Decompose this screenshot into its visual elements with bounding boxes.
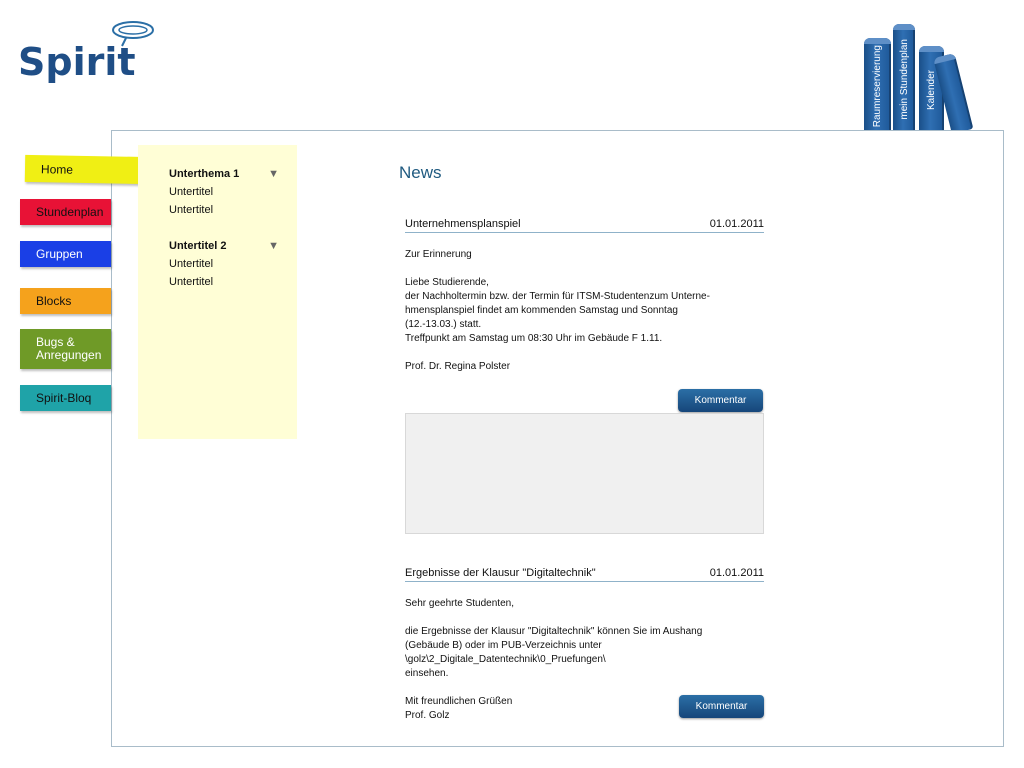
book-raumreservierung[interactable]: Raumreservierung xyxy=(864,38,891,134)
post-line xyxy=(405,346,745,360)
quick-links-books: Raumreservierung mein Stundenplan Kalend… xyxy=(860,16,990,134)
subnav-group-title: Untertitel 2 xyxy=(169,240,227,252)
triangle-down-icon[interactable]: ▼ xyxy=(268,237,279,255)
post-line: Treffpunkt am Samstag um 08:30 Uhr im Ge… xyxy=(405,333,663,344)
logo-text: Spirit xyxy=(18,40,136,84)
nav-label-line: Anregungen xyxy=(36,348,102,362)
subnav-group-header[interactable]: Untertitel 2 ▼ xyxy=(169,237,279,255)
nav-label: Blocks xyxy=(36,294,72,308)
subnav-item[interactable]: Untertitel xyxy=(169,255,279,273)
news-heading: News xyxy=(399,163,442,182)
post-line: Sehr geehrte Studenten, xyxy=(405,598,514,609)
nav-label: Gruppen xyxy=(36,247,83,261)
nav-tab-bugs-anregungen[interactable]: Bugs & Anregungen xyxy=(20,329,111,369)
post-line: der Nachholtermin bzw. der Termin für IT… xyxy=(405,291,710,302)
subnav-item[interactable]: Untertitel xyxy=(169,183,279,201)
post-header: Unternehmensplanspiel 01.01.2011 xyxy=(405,218,764,233)
comment-button[interactable]: Kommentar xyxy=(679,695,764,718)
subnav-panel: Unterthema 1 ▼ Untertitel Untertitel Unt… xyxy=(138,145,297,439)
post-line: Zur Erinnerung xyxy=(405,249,472,260)
post-line xyxy=(405,262,745,276)
subnav-group-1: Unterthema 1 ▼ Untertitel Untertitel xyxy=(169,165,279,219)
post-line: Liebe Studierende, xyxy=(405,277,489,288)
post-body: Zur Erinnerung Liebe Studierende, der Na… xyxy=(405,248,745,374)
nav-label: Bugs & Anregungen xyxy=(36,336,101,362)
post-line: die Ergebnisse der Klausur "Digitaltechn… xyxy=(405,626,703,637)
post-line: (12.-13.03.) statt. xyxy=(405,319,482,330)
subnav-group-2: Untertitel 2 ▼ Untertitel Untertitel xyxy=(169,237,279,291)
nav-tab-blocks[interactable]: Blocks xyxy=(20,288,111,314)
book-label: Kalender xyxy=(926,69,937,111)
book-label: Raumreservierung xyxy=(872,44,883,128)
subnav-item[interactable]: Untertitel xyxy=(169,273,279,291)
nav-label-line: Bugs & xyxy=(36,335,75,349)
nav-tab-home[interactable]: Home xyxy=(24,154,151,185)
post-date: 01.01.2011 xyxy=(709,567,764,579)
post-line: \golz\2_Digitale_Datentechnik\0_Pruefung… xyxy=(405,654,606,665)
nav-tab-gruppen[interactable]: Gruppen xyxy=(20,241,111,267)
post-date: 01.01.2011 xyxy=(709,218,764,230)
subnav-item[interactable]: Untertitel xyxy=(169,201,279,219)
nav-tab-stundenplan[interactable]: Stundenplan xyxy=(20,199,111,225)
book-label: mein Stundenplan xyxy=(898,38,910,120)
nav-label: Spirit-Bloq xyxy=(36,391,92,405)
spirit-logo[interactable]: Spirit xyxy=(18,18,158,84)
triangle-down-icon[interactable]: ▼ xyxy=(268,165,279,183)
comment-textarea[interactable] xyxy=(405,413,764,534)
post-line xyxy=(405,681,745,695)
post-title: Ergebnisse der Klausur "Digitaltechnik" xyxy=(405,567,596,579)
post-title: Unternehmensplanspiel xyxy=(405,218,521,230)
nav-tab-spirit-blog[interactable]: Spirit-Bloq xyxy=(20,385,111,411)
subnav-group-title: Unterthema 1 xyxy=(169,168,240,180)
post-line: einsehen. xyxy=(405,668,449,679)
nav-label: Stundenplan xyxy=(36,205,104,219)
nav-label: Home xyxy=(40,161,74,177)
book-mein-stundenplan[interactable]: mein Stundenplan xyxy=(893,24,915,134)
comment-button[interactable]: Kommentar xyxy=(678,389,763,412)
post-line: (Gebäude B) oder im PUB-Verzeichnis unte… xyxy=(405,640,602,651)
post-line xyxy=(405,611,745,625)
subnav-group-header[interactable]: Unterthema 1 ▼ xyxy=(169,165,279,183)
post-header: Ergebnisse der Klausur "Digitaltechnik" … xyxy=(405,567,764,582)
post-line: hmensplanspiel findet am kommenden Samst… xyxy=(405,305,678,316)
post-line: Prof. Dr. Regina Polster xyxy=(405,361,511,372)
